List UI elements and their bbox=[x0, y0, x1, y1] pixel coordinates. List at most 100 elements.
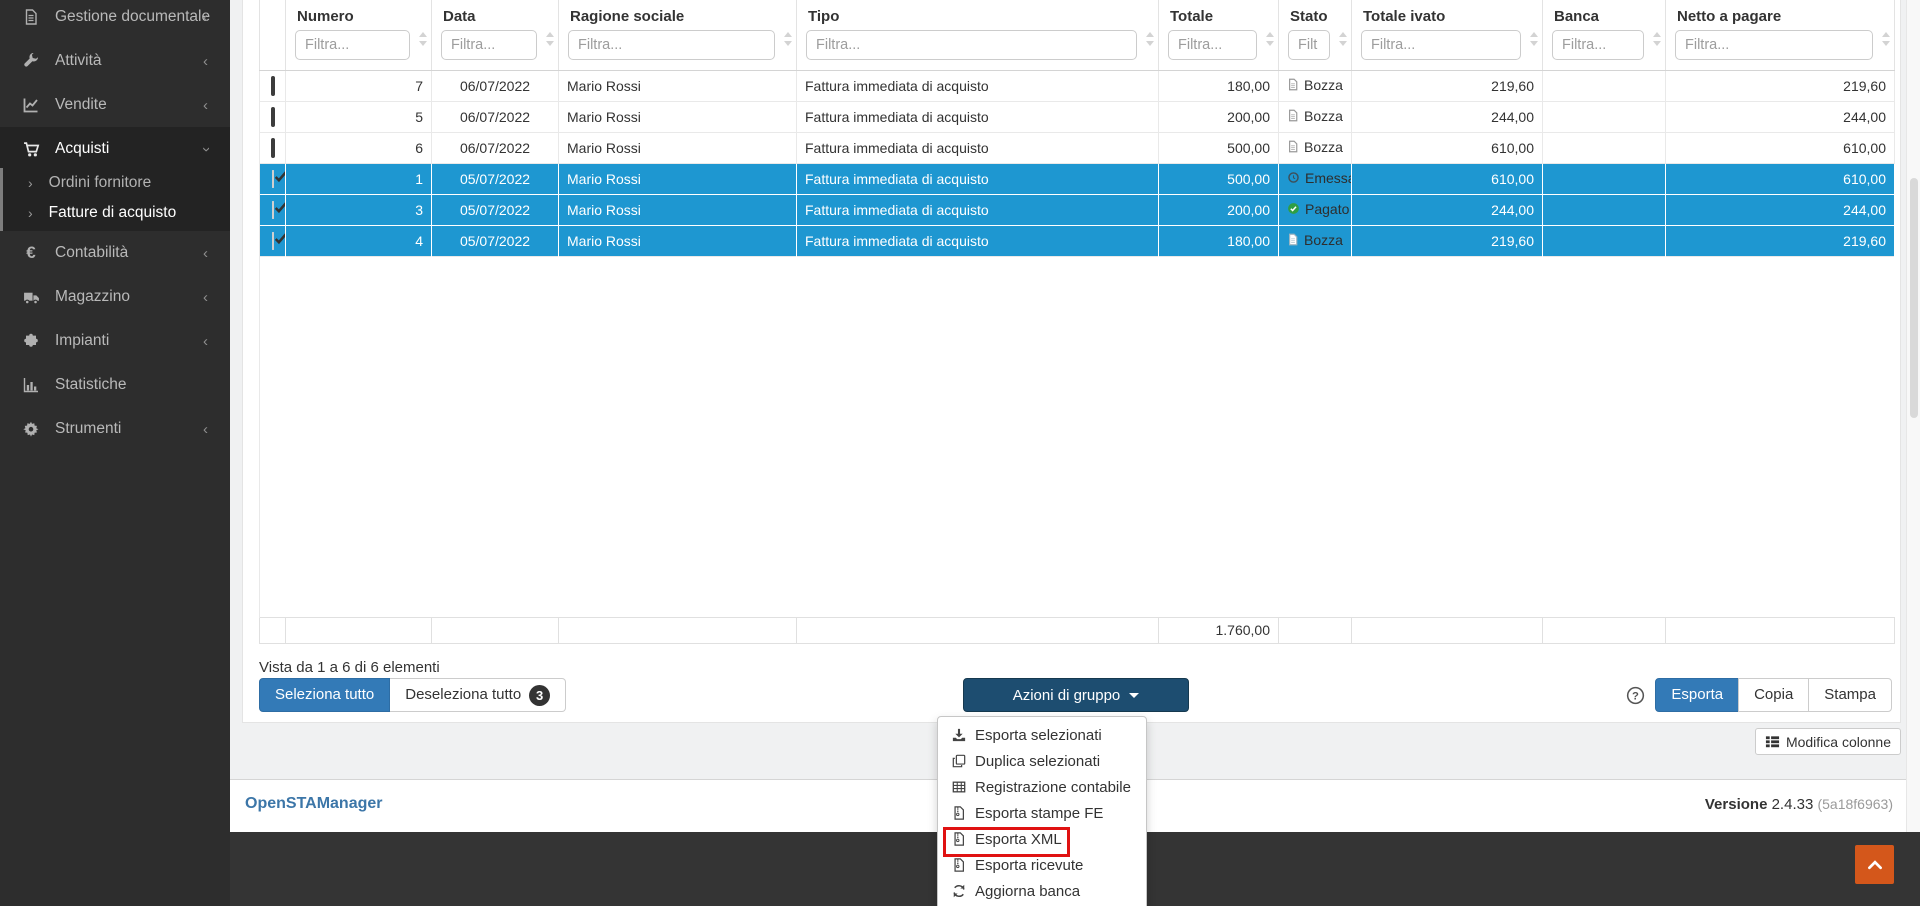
menu-item-esporta-stampe-fe[interactable]: Esporta stampe FE bbox=[938, 800, 1146, 826]
chevron-left-icon: ‹ bbox=[203, 245, 208, 262]
table-header-row: Numero Data Ragione sociale bbox=[260, 0, 1895, 70]
sidebar-item-label: Acquisti bbox=[55, 140, 109, 158]
filter-input-numero[interactable] bbox=[295, 30, 410, 60]
filter-input-netto-a-pagare[interactable] bbox=[1675, 30, 1873, 60]
cell-netto-a-pagare: 219,60 bbox=[1666, 70, 1895, 101]
modify-columns-button[interactable]: Modifica colonne bbox=[1755, 728, 1901, 755]
brand-link[interactable]: OpenSTAManager bbox=[245, 795, 383, 813]
sidebar-item-attivita[interactable]: Attività ‹ bbox=[0, 39, 230, 83]
app-window: Gestione documentale ‹ Attività ‹ Vendit… bbox=[0, 0, 1920, 906]
file-archive-icon bbox=[952, 858, 966, 872]
sidebar-item-acquisti[interactable]: Acquisti ‹ bbox=[0, 127, 230, 171]
invoices-table: Numero Data Ragione sociale bbox=[259, 0, 1895, 644]
sort-carets[interactable] bbox=[1653, 32, 1662, 50]
sidebar-item-gestione-documentale[interactable]: Gestione documentale ‹ bbox=[0, 0, 230, 39]
deselect-all-button[interactable]: Deseleziona tutto3 bbox=[390, 678, 566, 712]
export-button[interactable]: Esporta bbox=[1655, 678, 1739, 712]
sidebar-item-contabilita[interactable]: € Contabilità ‹ bbox=[0, 231, 230, 275]
file-icon bbox=[1287, 109, 1299, 122]
sort-carets[interactable] bbox=[1882, 32, 1891, 50]
table-row[interactable]: 6 06/07/2022 Mario Rossi Fattura immedia… bbox=[260, 132, 1895, 163]
select-all-button[interactable]: Seleziona tutto bbox=[259, 678, 390, 712]
chart-line-icon bbox=[20, 97, 42, 113]
sort-carets[interactable] bbox=[784, 32, 793, 50]
filter-input-totale-ivato[interactable] bbox=[1361, 30, 1521, 60]
help-icon[interactable]: ? bbox=[1626, 686, 1645, 705]
scrollbar-thumb[interactable] bbox=[1910, 178, 1918, 418]
cell-banca bbox=[1543, 194, 1666, 225]
sidebar-item-label: Contabilità bbox=[55, 244, 128, 262]
sidebar-item-strumenti[interactable]: Strumenti ‹ bbox=[0, 407, 230, 451]
chevron-left-icon: ‹ bbox=[203, 53, 208, 70]
sort-carets[interactable] bbox=[1530, 32, 1539, 50]
table-row-selected[interactable]: 3 05/07/2022 Mario Rossi Fattura immedia… bbox=[260, 194, 1895, 225]
cell-ragione-sociale: Mario Rossi bbox=[559, 163, 797, 194]
cell-totale-ivato: 610,00 bbox=[1352, 163, 1543, 194]
cell-stato: Bozza bbox=[1279, 132, 1352, 163]
sidebar-item-vendite[interactable]: Vendite ‹ bbox=[0, 83, 230, 127]
cell-numero: 5 bbox=[286, 101, 432, 132]
checkbox-unchecked-icon[interactable] bbox=[271, 76, 275, 96]
filter-input-stato[interactable] bbox=[1288, 30, 1330, 60]
cell-totale-ivato: 244,00 bbox=[1352, 101, 1543, 132]
filter-input-banca[interactable] bbox=[1552, 30, 1644, 60]
sort-carets[interactable] bbox=[1339, 32, 1348, 50]
column-header-stato: Stato bbox=[1279, 0, 1352, 70]
group-actions-button[interactable]: Azioni di gruppo bbox=[963, 678, 1189, 712]
sort-carets[interactable] bbox=[419, 32, 428, 50]
truck-icon bbox=[20, 289, 42, 306]
table-row-selected[interactable]: 4 05/07/2022 Mario Rossi Fattura immedia… bbox=[260, 225, 1895, 256]
sort-carets[interactable] bbox=[1146, 32, 1155, 50]
menu-item-esporta-selezionati[interactable]: Esporta selezionati bbox=[938, 722, 1146, 748]
sidebar-item-statistiche[interactable]: Statistiche bbox=[0, 363, 230, 407]
sort-carets[interactable] bbox=[1266, 32, 1275, 50]
menu-item-duplica-selezionati[interactable]: Duplica selezionati bbox=[938, 748, 1146, 774]
checkbox-unchecked-icon[interactable] bbox=[271, 138, 275, 158]
scroll-to-top-button[interactable] bbox=[1855, 845, 1894, 884]
checkbox-checked-icon[interactable] bbox=[272, 232, 274, 250]
column-header-data: Data bbox=[432, 0, 559, 70]
cell-data: 06/07/2022 bbox=[432, 101, 559, 132]
checkbox-checked-icon[interactable] bbox=[272, 201, 274, 219]
file-icon bbox=[1287, 140, 1299, 153]
file-icon bbox=[1287, 233, 1299, 246]
table-row-selected[interactable]: 1 05/07/2022 Mario Rossi Fattura immedia… bbox=[260, 163, 1895, 194]
wrench-icon bbox=[20, 53, 42, 69]
cell-data: 06/07/2022 bbox=[432, 132, 559, 163]
column-header-netto-a-pagare: Netto a pagare bbox=[1666, 0, 1895, 70]
cell-totale-ivato: 610,00 bbox=[1352, 132, 1543, 163]
copy-button[interactable]: Copia bbox=[1738, 678, 1809, 712]
cell-stato: Bozza bbox=[1279, 70, 1352, 101]
column-header-totale: Totale bbox=[1159, 0, 1279, 70]
cell-tipo: Fattura immediata di acquisto bbox=[797, 194, 1159, 225]
filter-input-data[interactable] bbox=[441, 30, 537, 60]
filter-input-tipo[interactable] bbox=[806, 30, 1137, 60]
sidebar-item-impianti[interactable]: Impianti ‹ bbox=[0, 319, 230, 363]
cell-totale-ivato: 244,00 bbox=[1352, 194, 1543, 225]
table-icon bbox=[952, 780, 966, 794]
column-header-tipo: Tipo bbox=[797, 0, 1159, 70]
sidebar-item-magazzino[interactable]: Magazzino ‹ bbox=[0, 275, 230, 319]
cell-numero: 7 bbox=[286, 70, 432, 101]
chevron-left-icon: ‹ bbox=[203, 289, 208, 306]
selection-count-badge: 3 bbox=[529, 685, 550, 706]
sort-carets[interactable] bbox=[546, 32, 555, 50]
sidebar-item-ordini-fornitore[interactable]: › Ordini fornitore bbox=[0, 168, 230, 198]
filter-input-ragione-sociale[interactable] bbox=[568, 30, 775, 60]
cell-numero: 4 bbox=[286, 225, 432, 256]
sidebar-item-label: Vendite bbox=[55, 96, 107, 114]
print-button[interactable]: Stampa bbox=[1808, 678, 1892, 712]
puzzle-icon bbox=[20, 333, 42, 349]
cell-numero: 6 bbox=[286, 132, 432, 163]
menu-item-registrazione-contabile[interactable]: Registrazione contabile bbox=[938, 774, 1146, 800]
sidebar-item-fatture-di-acquisto[interactable]: › Fatture di acquisto bbox=[0, 198, 230, 228]
checkbox-unchecked-icon[interactable] bbox=[271, 107, 275, 127]
file-archive-icon bbox=[952, 806, 966, 820]
filter-input-totale[interactable] bbox=[1168, 30, 1257, 60]
checkbox-checked-icon[interactable] bbox=[272, 170, 274, 188]
menu-item-aggiorna-banca[interactable]: Aggiorna banca bbox=[938, 878, 1146, 904]
table-row[interactable]: 5 06/07/2022 Mario Rossi Fattura immedia… bbox=[260, 101, 1895, 132]
table-row[interactable]: 7 06/07/2022 Mario Rossi Fattura immedia… bbox=[260, 70, 1895, 101]
document-icon bbox=[20, 9, 42, 25]
sidebar-item-label: Strumenti bbox=[55, 420, 121, 438]
